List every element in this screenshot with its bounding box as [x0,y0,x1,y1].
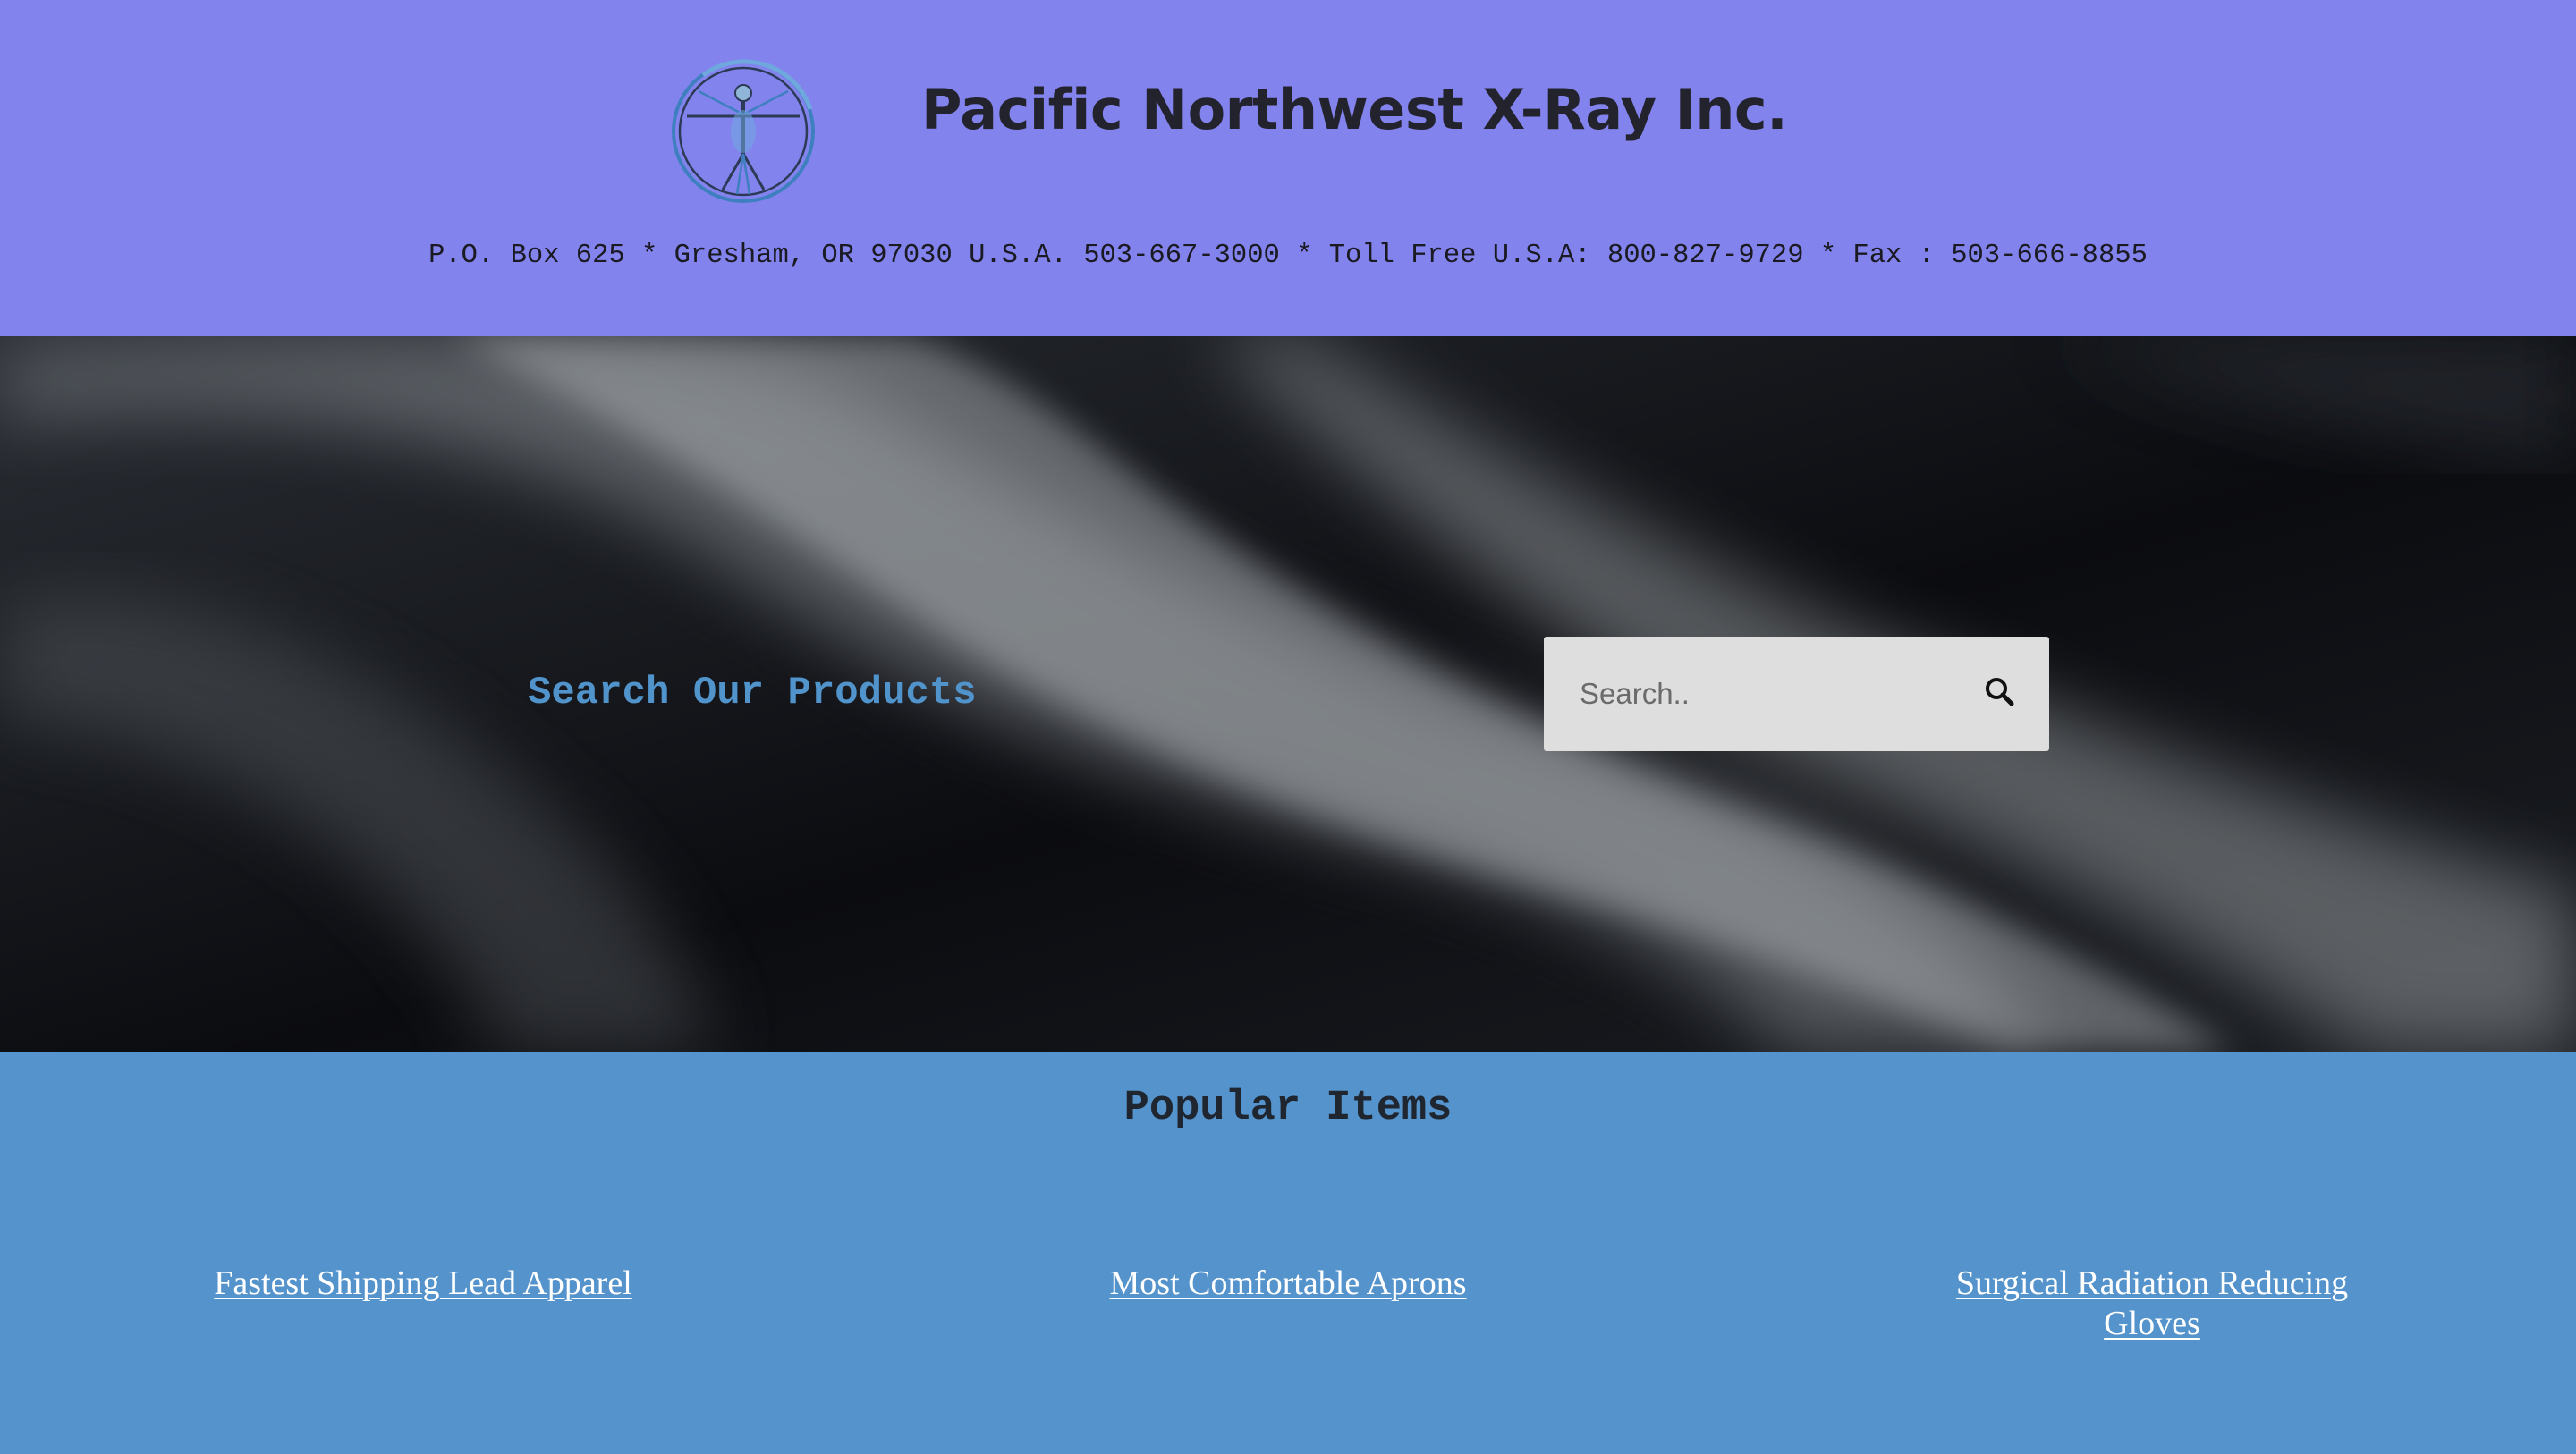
vitruvian-man-logo-icon[interactable] [667,55,819,207]
site-header: Pacific Northwest X-Ray Inc. P.O. Box 62… [0,0,2576,336]
search-icon [1986,678,2014,706]
search-box [1544,637,2049,751]
contact-info: P.O. Box 625 * Gresham, OR 97030 U.S.A. … [428,241,2148,271]
search-section: Search Our Products [0,336,2576,1052]
popular-items-heading: Popular Items [1123,1085,1453,1132]
search-heading: Search Our Products [528,671,977,715]
site-title: Pacific Northwest X-Ray Inc. [921,77,1788,142]
popular-item-aprons-link[interactable]: Most Comfortable Aprons [1073,1264,1503,1304]
popular-item-lead-apparel-link[interactable]: Fastest Shipping Lead Apparel [208,1264,638,1304]
search-button[interactable] [1973,667,2027,721]
search-input[interactable] [1580,667,1955,721]
hero-background-image [0,336,2576,1052]
popular-items-section: Popular Items Fastest Shipping Lead Appa… [0,1052,2576,1454]
popular-item-gloves-link[interactable]: Surgical Radiation Reducing Gloves [1937,1264,2367,1344]
